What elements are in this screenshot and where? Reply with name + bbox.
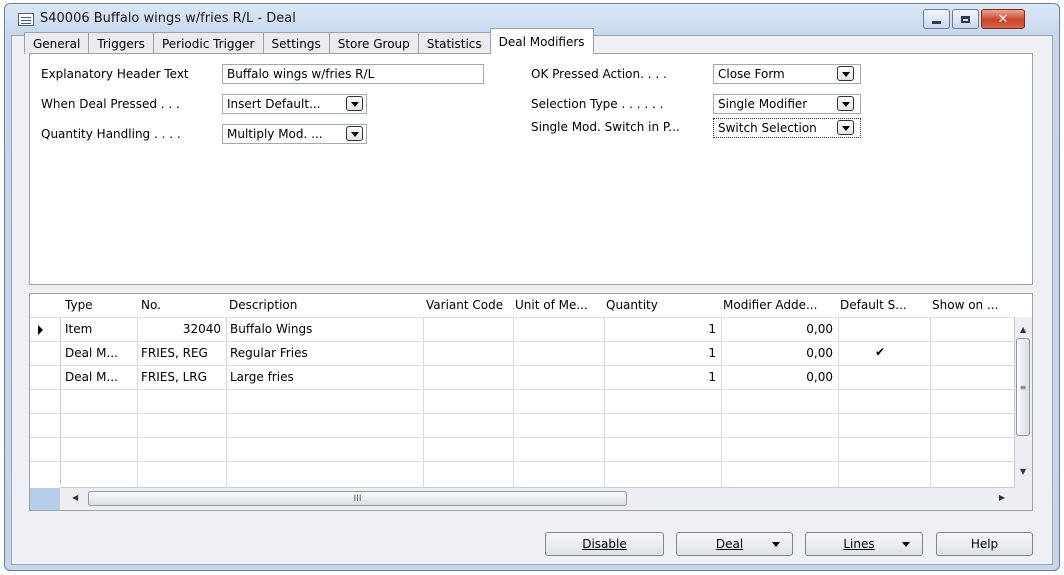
explanatory-header-label: Explanatory Header Text bbox=[41, 67, 189, 81]
tab-settings[interactable]: Settings bbox=[262, 32, 330, 54]
tab-general[interactable]: General bbox=[24, 32, 90, 54]
quantity-handling-label: Quantity Handling . . . . bbox=[41, 127, 181, 141]
column-header-type[interactable]: Type bbox=[65, 298, 131, 312]
tab-triggers[interactable]: Triggers bbox=[88, 32, 154, 54]
cell-no[interactable]: FRIES, LRG bbox=[141, 370, 207, 384]
row-selector[interactable] bbox=[30, 390, 61, 413]
tab-periodic-trigger[interactable]: Periodic Trigger bbox=[152, 32, 264, 54]
single-mod-switch-dropdown-icon[interactable] bbox=[837, 120, 854, 135]
help-button-label: Help bbox=[970, 537, 999, 551]
horizontal-scrollbar[interactable]: ◀ III ▶ bbox=[60, 487, 1015, 510]
scroll-up-icon[interactable]: ▲ bbox=[1020, 325, 1026, 334]
help-button[interactable]: Help bbox=[936, 532, 1033, 556]
scroll-down-icon[interactable]: ▼ bbox=[1020, 467, 1026, 476]
row-selector[interactable] bbox=[30, 366, 61, 389]
row-selector[interactable] bbox=[30, 462, 61, 485]
deal-button-label: Deal bbox=[715, 537, 744, 551]
single-mod-switch-label: Single Mod. Switch in P... bbox=[531, 120, 680, 134]
close-icon: ✕ bbox=[997, 11, 1009, 27]
column-header-unit-of-measure[interactable]: Unit of Me... bbox=[515, 298, 605, 312]
tab-store-group[interactable]: Store Group bbox=[328, 32, 419, 54]
close-button[interactable]: ✕ bbox=[981, 9, 1025, 29]
empty-row[interactable] bbox=[30, 437, 1015, 462]
deal-menu-button[interactable]: Deal bbox=[676, 532, 793, 556]
cell-modifier-added[interactable]: 0,00 bbox=[723, 346, 833, 360]
ok-pressed-action-dropdown-icon[interactable] bbox=[837, 66, 854, 81]
tab-deal-modifiers[interactable]: Deal Modifiers bbox=[489, 28, 594, 54]
empty-row[interactable] bbox=[30, 389, 1015, 414]
vertical-scrollbar[interactable]: ▲ ≡ ▼ bbox=[1014, 317, 1032, 510]
cell-modifier-added[interactable]: 0,00 bbox=[723, 322, 833, 336]
empty-row[interactable] bbox=[30, 413, 1015, 438]
lines-menu-button[interactable]: Lines bbox=[805, 532, 923, 556]
empty-row[interactable] bbox=[30, 461, 1015, 490]
column-header-variant-code[interactable]: Variant Code bbox=[426, 298, 514, 312]
table-row[interactable]: Deal M... FRIES, REG Regular Fries 1 0,0… bbox=[30, 341, 1015, 366]
row-selector-current[interactable] bbox=[30, 318, 61, 341]
row-selector[interactable] bbox=[30, 414, 61, 437]
column-header-no[interactable]: No. bbox=[141, 298, 229, 312]
cell-quantity[interactable]: 1 bbox=[606, 346, 716, 360]
cell-type[interactable]: Item bbox=[65, 322, 92, 336]
deal-lines-grid: Type No. Description Variant Code Unit o… bbox=[29, 293, 1033, 511]
form-icon bbox=[18, 13, 34, 26]
row-selector[interactable] bbox=[30, 342, 61, 365]
vertical-scroll-thumb[interactable]: ≡ bbox=[1016, 338, 1030, 436]
cell-quantity[interactable]: 1 bbox=[606, 370, 716, 384]
deal-modifiers-panel: Explanatory Header Text Buffalo wings w/… bbox=[29, 53, 1033, 285]
grid-corner bbox=[30, 488, 60, 510]
selection-type-label: Selection Type . . . . . . bbox=[531, 97, 664, 111]
column-header-quantity[interactable]: Quantity bbox=[606, 298, 721, 312]
disable-button[interactable]: Disable bbox=[545, 532, 664, 556]
chevron-down-icon bbox=[902, 541, 910, 547]
column-header-default-selected[interactable]: Default S... bbox=[840, 298, 930, 312]
minimize-icon bbox=[932, 20, 941, 24]
row-selector[interactable] bbox=[30, 438, 61, 461]
tab-strip: General Triggers Periodic Trigger Settin… bbox=[24, 28, 594, 54]
quantity-handling-dropdown-icon[interactable] bbox=[346, 126, 363, 141]
cell-description[interactable]: Buffalo Wings bbox=[230, 322, 312, 336]
cell-description[interactable]: Regular Fries bbox=[230, 346, 308, 360]
maximize-icon bbox=[961, 15, 970, 23]
minimize-button[interactable] bbox=[923, 9, 950, 29]
lines-button-label: Lines bbox=[843, 537, 875, 551]
when-deal-pressed-label: When Deal Pressed . . . bbox=[41, 97, 180, 111]
scroll-left-icon[interactable]: ◀ bbox=[72, 493, 78, 502]
ok-pressed-action-label: OK Pressed Action. . . . bbox=[531, 67, 667, 81]
table-row[interactable]: Deal M... FRIES, LRG Large fries 1 0,00 bbox=[30, 365, 1015, 390]
horizontal-scroll-thumb[interactable]: III bbox=[88, 491, 627, 506]
cell-type[interactable]: Deal M... bbox=[65, 370, 118, 384]
cell-type[interactable]: Deal M... bbox=[65, 346, 118, 360]
cell-description[interactable]: Large fries bbox=[230, 370, 294, 384]
scroll-right-icon[interactable]: ▶ bbox=[999, 493, 1005, 502]
disable-button-label: Disable bbox=[582, 537, 627, 551]
column-header-show-on[interactable]: Show on ... bbox=[932, 298, 1014, 312]
cell-no[interactable]: FRIES, REG bbox=[141, 346, 208, 360]
explanatory-header-field[interactable]: Buffalo wings w/fries R/L bbox=[222, 64, 484, 84]
grid-header: Type No. Description Variant Code Unit o… bbox=[30, 294, 1032, 317]
chevron-down-icon bbox=[772, 541, 780, 547]
column-header-modifier-added[interactable]: Modifier Adde... bbox=[723, 298, 839, 312]
cell-quantity[interactable]: 1 bbox=[606, 322, 716, 336]
window-title: S40006 Buffalo wings w/fries R/L - Deal bbox=[40, 11, 296, 26]
default-selected-checkmark-icon[interactable]: ✔ bbox=[875, 345, 885, 359]
selection-type-dropdown-icon[interactable] bbox=[837, 96, 854, 111]
cell-no[interactable]: 32040 bbox=[141, 322, 221, 336]
table-row[interactable]: Item 32040 Buffalo Wings 1 0,00 bbox=[30, 317, 1015, 342]
cell-modifier-added[interactable]: 0,00 bbox=[723, 370, 833, 384]
when-deal-pressed-dropdown-icon[interactable] bbox=[346, 96, 363, 111]
column-header-description[interactable]: Description bbox=[229, 298, 423, 312]
maximize-button[interactable] bbox=[952, 9, 979, 29]
tab-statistics[interactable]: Statistics bbox=[417, 32, 491, 54]
